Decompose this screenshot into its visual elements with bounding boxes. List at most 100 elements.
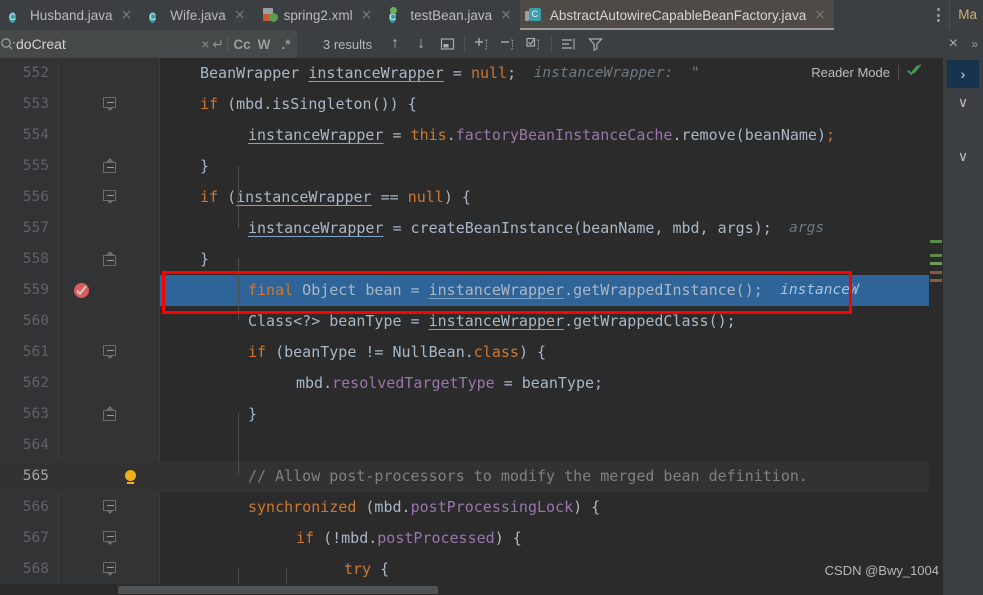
inspections-ok-icon[interactable] bbox=[907, 63, 923, 82]
error-stripe-mark[interactable] bbox=[930, 271, 942, 274]
fold-end-marker[interactable] bbox=[103, 158, 116, 175]
code-token: == bbox=[371, 188, 408, 206]
java-abstract-class-icon: C bbox=[524, 7, 544, 23]
error-stripe-mark[interactable] bbox=[930, 279, 942, 282]
code-line[interactable]: 563} bbox=[0, 399, 983, 430]
horizontal-scrollbar-thumb[interactable] bbox=[118, 586, 438, 594]
indent-guide bbox=[238, 166, 239, 228]
code-line[interactable]: 567 if (!mbd.postProcessed) { bbox=[0, 523, 983, 554]
tab-close-icon[interactable]: × bbox=[121, 8, 133, 22]
code-line[interactable]: 559 final Object bean = instanceWrapper.g… bbox=[0, 275, 983, 306]
expand-toolbar-icon[interactable]: » bbox=[966, 37, 983, 51]
error-stripe-mark[interactable] bbox=[930, 262, 942, 265]
code-text[interactable]: if (mbd.isSingleton()) { bbox=[200, 89, 417, 120]
editor-tab-testbean[interactable]: C testBean.java × bbox=[380, 0, 520, 30]
breakpoint-icon[interactable] bbox=[74, 283, 89, 298]
code-text[interactable]: try { bbox=[344, 554, 389, 585]
filter-icon[interactable] bbox=[582, 30, 608, 58]
code-text[interactable]: Class<?> beanType = instanceWrapper.getW… bbox=[248, 306, 736, 337]
code-line[interactable]: 564 bbox=[0, 430, 983, 461]
words-toggle[interactable]: W bbox=[253, 30, 275, 58]
code-line[interactable]: 555} bbox=[0, 151, 983, 182]
horizontal-scrollbar[interactable] bbox=[0, 584, 943, 595]
code-line[interactable]: 566 synchronized (mbd.postProcessingLock)… bbox=[0, 492, 983, 523]
tab-close-icon[interactable]: × bbox=[814, 8, 826, 22]
search-history-icon[interactable]: ↵ bbox=[212, 30, 225, 58]
add-selection-icon[interactable] bbox=[469, 30, 495, 58]
fold-start-marker[interactable] bbox=[103, 97, 116, 111]
code-text[interactable]: BeanWrapper instanceWrapper = null; bbox=[200, 58, 516, 89]
fold-start-marker[interactable] bbox=[103, 531, 116, 545]
code-token: { bbox=[371, 560, 390, 578]
remove-selection-icon[interactable] bbox=[495, 30, 521, 58]
code-text[interactable]: instanceWrapper = createBeanInstance(bea… bbox=[248, 213, 772, 244]
match-case-toggle[interactable]: Cc bbox=[231, 30, 253, 58]
code-line[interactable]: 554 instanceWrapper = this.factoryBeanIns… bbox=[0, 120, 983, 151]
code-text[interactable]: } bbox=[248, 399, 257, 430]
divider bbox=[551, 35, 553, 53]
intention-bulb-icon[interactable] bbox=[124, 470, 137, 484]
code-text[interactable]: } bbox=[200, 244, 209, 275]
editor-tab-husband[interactable]: C Husband.java × bbox=[0, 0, 140, 30]
tab-close-icon[interactable]: × bbox=[500, 8, 512, 22]
previous-match-button[interactable]: ↑ bbox=[382, 30, 408, 58]
error-stripe-mark[interactable] bbox=[930, 254, 942, 257]
code-text[interactable]: if (beanType != NullBean.class) { bbox=[248, 337, 546, 368]
new-line-icon[interactable] bbox=[556, 30, 582, 58]
select-all-occurrences-icon[interactable] bbox=[521, 30, 547, 58]
close-find-bar-icon[interactable]: × bbox=[940, 30, 966, 58]
tab-close-icon[interactable]: × bbox=[234, 8, 246, 22]
code-token: if bbox=[200, 95, 219, 113]
fold-start-marker[interactable] bbox=[103, 190, 116, 204]
code-text[interactable]: // Allow post-processors to modify the m… bbox=[248, 461, 808, 492]
code-line[interactable]: 562 mbd.resolvedTargetType = beanType; bbox=[0, 368, 983, 399]
code-editor[interactable]: 552 BeanWrapper instanceWrapper = null; in… bbox=[0, 58, 983, 595]
fold-end-marker[interactable] bbox=[103, 251, 116, 268]
search-input[interactable] bbox=[16, 36, 199, 52]
code-text[interactable]: synchronized (mbd.postProcessingLock) { bbox=[248, 492, 600, 523]
code-line[interactable]: 558} bbox=[0, 244, 983, 275]
editor-tab-spring2-xml[interactable]: spring2.xml × bbox=[254, 0, 381, 30]
next-match-button[interactable]: ↓ bbox=[408, 30, 434, 58]
kebab-menu-icon[interactable] bbox=[927, 0, 949, 30]
code-token: (mbd. bbox=[218, 95, 273, 113]
editor-tab-wife[interactable]: C Wife.java × bbox=[140, 0, 253, 30]
scroll-down-button[interactable]: ∨ bbox=[947, 142, 979, 170]
search-icon[interactable] bbox=[0, 30, 16, 58]
code-line[interactable]: 556 if (instanceWrapper == null) { bbox=[0, 182, 983, 213]
tab-close-icon[interactable]: × bbox=[361, 8, 373, 22]
collapse-rail-button[interactable]: ∨ bbox=[947, 88, 979, 116]
code-line[interactable]: 553 if (mbd.isSingleton()) { bbox=[0, 89, 983, 120]
editor-tab-abstractautowirecapablebeanfactory[interactable]: C AbstractAutowireCapableBeanFactory.jav… bbox=[519, 0, 835, 30]
fold-start-marker[interactable] bbox=[103, 500, 116, 514]
code-token: } bbox=[200, 250, 210, 268]
code-text[interactable]: if (!mbd.postProcessed) { bbox=[296, 523, 522, 554]
error-stripe-mark[interactable] bbox=[930, 240, 942, 243]
fold-start-marker[interactable] bbox=[103, 345, 116, 359]
fold-start-marker[interactable] bbox=[103, 562, 116, 576]
fold-end-marker[interactable] bbox=[103, 406, 116, 423]
code-line[interactable]: 565 // Allow post-processors to modify th… bbox=[0, 461, 983, 492]
code-text[interactable]: if (instanceWrapper == null) { bbox=[200, 182, 471, 213]
next-occurrence-button[interactable]: › bbox=[947, 60, 979, 88]
reader-mode-chip[interactable]: Reader Mode bbox=[805, 61, 929, 83]
line-number: 568 bbox=[22, 561, 49, 577]
divider bbox=[898, 64, 899, 80]
line-number: 552 bbox=[22, 65, 49, 81]
maven-tool-window-label[interactable]: Ma bbox=[949, 0, 983, 30]
code-text[interactable]: final Object bean = instanceWrapper.getW… bbox=[248, 275, 763, 306]
code-line[interactable]: 560 Class<?> beanType = instanceWrapper.g… bbox=[0, 306, 983, 337]
code-text[interactable]: } bbox=[200, 151, 209, 182]
code-line[interactable]: 557 instanceWrapper = createBeanInstance(… bbox=[0, 213, 983, 244]
code-token: instanceWrapper bbox=[428, 281, 565, 299]
parameter-hint: instanceWrapper: " bbox=[533, 65, 700, 81]
code-token: . bbox=[446, 126, 456, 144]
error-stripe-column[interactable] bbox=[929, 58, 943, 595]
code-text[interactable]: mbd.resolvedTargetType = beanType; bbox=[296, 368, 603, 399]
code-line[interactable]: 561 if (beanType != NullBean.class) { bbox=[0, 337, 983, 368]
java-class-icon: C bbox=[149, 11, 157, 23]
clear-search-icon[interactable]: × bbox=[199, 30, 212, 58]
open-in-find-window-icon[interactable] bbox=[434, 30, 460, 58]
code-text[interactable]: instanceWrapper = this.factoryBeanInstan… bbox=[248, 120, 835, 151]
regex-toggle[interactable]: .* bbox=[275, 30, 297, 58]
